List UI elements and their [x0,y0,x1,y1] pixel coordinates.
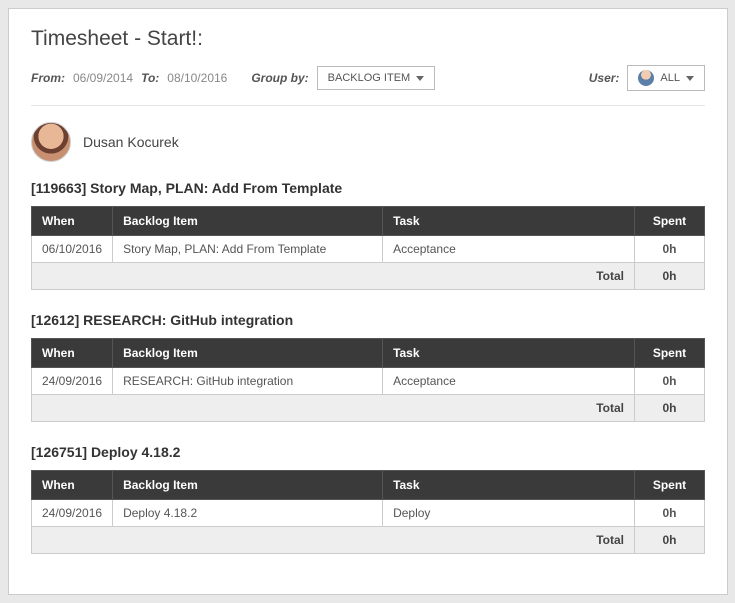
groupby-dropdown[interactable]: BACKLOG ITEM [317,66,436,90]
total-value: 0h [635,263,705,290]
table-row: 06/10/2016Story Map, PLAN: Add From Temp… [32,236,705,263]
cell-when: 24/09/2016 [32,368,113,395]
groupby-value: BACKLOG ITEM [328,72,411,84]
total-row: Total0h [32,395,705,422]
total-value: 0h [635,395,705,422]
backlog-item-id: [126751] [31,444,91,460]
col-header-task: Task [383,207,635,236]
col-header-task: Task [383,471,635,500]
table-row: 24/09/2016RESEARCH: GitHub integrationAc… [32,368,705,395]
cell-spent: 0h [635,368,705,395]
section-title: [126751] Deploy 4.18.2 [31,444,705,460]
cell-spent: 0h [635,500,705,527]
total-label: Total [32,395,635,422]
table-row: 24/09/2016Deploy 4.18.2Deploy0h [32,500,705,527]
backlog-item-id: [12612] [31,312,83,328]
cell-backlog-item: Story Map, PLAN: Add From Template [113,236,383,263]
col-header-when: When [32,207,113,236]
cell-task: Acceptance [383,368,635,395]
col-header-backlog-item: Backlog Item [113,207,383,236]
section-title: [12612] RESEARCH: GitHub integration [31,312,705,328]
cell-when: 24/09/2016 [32,500,113,527]
timesheet-table: WhenBacklog ItemTaskSpent06/10/2016Story… [31,206,705,290]
col-header-spent: Spent [635,207,705,236]
chevron-down-icon [686,76,694,81]
col-header-backlog-item: Backlog Item [113,339,383,368]
page-title: Timesheet - Start!: [31,27,705,51]
col-header-spent: Spent [635,471,705,500]
backlog-item-id: [119663] [31,180,90,196]
timesheet-panel: Timesheet - Start!: From: 06/09/2014 To:… [8,8,728,595]
cell-task: Deploy [383,500,635,527]
to-value[interactable]: 08/10/2016 [167,71,227,85]
cell-when: 06/10/2016 [32,236,113,263]
timesheet-table: WhenBacklog ItemTaskSpent24/09/2016RESEA… [31,338,705,422]
from-label: From: [31,71,65,85]
chevron-down-icon [416,76,424,81]
user-header: Dusan Kocurek [31,122,705,162]
col-header-when: When [32,471,113,500]
total-label: Total [32,527,635,554]
backlog-item-title: RESEARCH: GitHub integration [83,312,293,328]
groupby-label: Group by: [251,71,308,85]
user-name: Dusan Kocurek [83,134,179,150]
total-label: Total [32,263,635,290]
user-dropdown[interactable]: ALL [627,65,705,91]
backlog-item-title: Deploy 4.18.2 [91,444,181,460]
total-row: Total0h [32,527,705,554]
cell-backlog-item: Deploy 4.18.2 [113,500,383,527]
user-label: User: [589,71,620,85]
col-header-spent: Spent [635,339,705,368]
col-header-task: Task [383,339,635,368]
user-value: ALL [660,72,680,84]
user-icon [638,70,654,86]
total-value: 0h [635,527,705,554]
cell-task: Acceptance [383,236,635,263]
total-row: Total0h [32,263,705,290]
from-value[interactable]: 06/09/2014 [73,71,133,85]
backlog-item-title: Story Map, PLAN: Add From Template [90,180,342,196]
col-header-when: When [32,339,113,368]
cell-backlog-item: RESEARCH: GitHub integration [113,368,383,395]
col-header-backlog-item: Backlog Item [113,471,383,500]
to-label: To: [141,71,159,85]
avatar [31,122,71,162]
section-title: [119663] Story Map, PLAN: Add From Templ… [31,180,705,196]
timesheet-table: WhenBacklog ItemTaskSpent24/09/2016Deplo… [31,470,705,554]
cell-spent: 0h [635,236,705,263]
filter-bar: From: 06/09/2014 To: 08/10/2016 Group by… [31,65,705,106]
